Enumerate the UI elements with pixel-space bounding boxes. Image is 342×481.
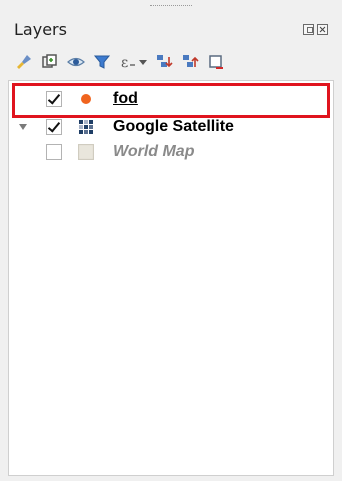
dock-grip[interactable]	[150, 5, 192, 6]
float-icon[interactable]	[303, 24, 314, 35]
layers-toolbar: ε	[14, 52, 226, 72]
collapse-all-icon[interactable]	[180, 52, 200, 72]
filter-legend-icon[interactable]	[92, 52, 112, 72]
panel-title: Layers	[14, 20, 67, 39]
raster-placeholder-icon	[78, 144, 94, 160]
layer-name: Google Satellite	[113, 118, 234, 135]
expand-all-icon[interactable]	[154, 52, 174, 72]
style-brush-icon[interactable]	[14, 52, 34, 72]
layer-row-google-satellite[interactable]: Google Satellite	[9, 116, 333, 140]
expand-arrow-icon[interactable]	[19, 124, 27, 130]
orange-point-icon	[81, 94, 91, 104]
layer-row-world-map[interactable]: World Map	[9, 141, 333, 165]
layer-row-fod[interactable]: fod	[9, 88, 333, 112]
svg-text:ε: ε	[121, 55, 128, 71]
filter-expression-icon[interactable]: ε	[118, 52, 148, 72]
close-icon[interactable]	[317, 24, 328, 35]
layer-tree: fod Google Satellite World Map	[8, 80, 334, 476]
layer-visibility-checkbox[interactable]	[46, 119, 62, 135]
add-group-icon[interactable]	[40, 52, 60, 72]
manage-visibility-eye-icon[interactable]	[66, 52, 86, 72]
dock-buttons	[303, 24, 328, 35]
layer-visibility-checkbox[interactable]	[46, 144, 62, 160]
remove-layer-icon[interactable]	[206, 52, 226, 72]
layer-name: fod	[113, 90, 138, 107]
layer-name: World Map	[113, 143, 195, 160]
layers-panel: Layers ε fod Google Satellite World Map	[0, 0, 342, 481]
layer-visibility-checkbox[interactable]	[46, 91, 62, 107]
raster-tiles-icon	[79, 120, 93, 134]
